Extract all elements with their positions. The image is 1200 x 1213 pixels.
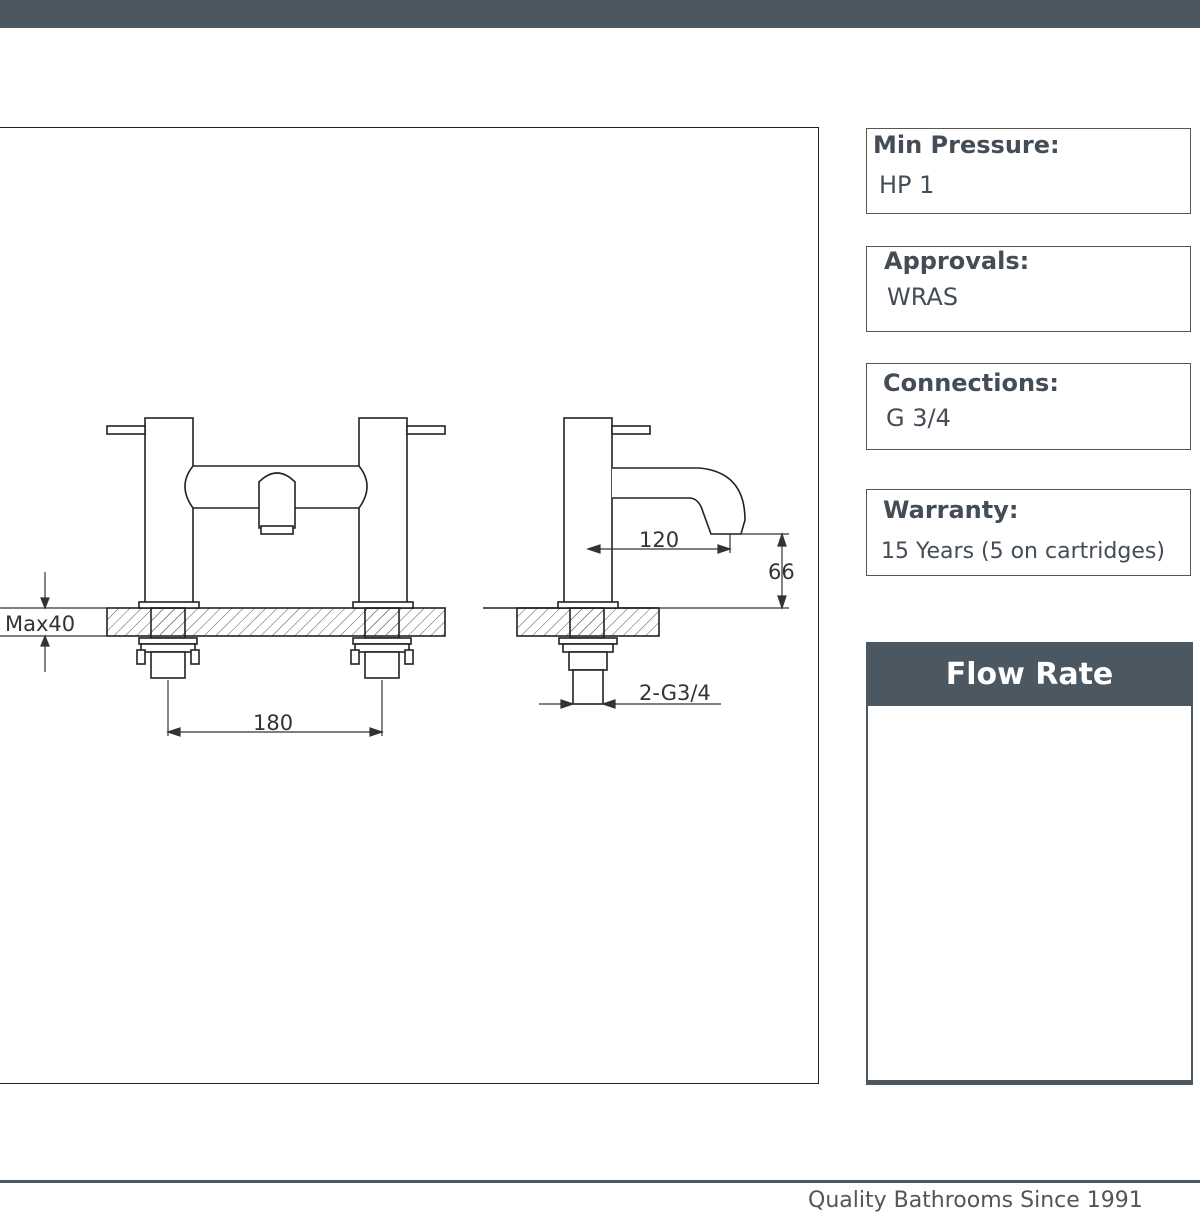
spec-connections: Connections: G 3/4 — [866, 363, 1191, 450]
spec-label: Approvals: — [884, 247, 1030, 275]
spec-warranty: Warranty: 15 Years (5 on cartridges) — [866, 489, 1191, 576]
spec-approvals: Approvals: WRAS — [866, 246, 1191, 332]
spec-value: 15 Years (5 on cartridges) — [881, 539, 1165, 564]
spec-label: Min Pressure: — [873, 131, 1060, 159]
tap-drawing: Max40 180 120 66 2-G3/4 — [0, 417, 795, 737]
footer-tagline: Quality Bathrooms Since 1991 — [808, 1188, 1143, 1213]
spec-label: Connections: — [883, 369, 1059, 397]
flow-rate-title: Flow Rate — [945, 657, 1114, 692]
top-bar — [0, 0, 1200, 28]
dim-connection: 2-G3/4 — [639, 681, 711, 705]
dim-spout-reach: 120 — [639, 528, 679, 552]
spec-min-pressure: Min Pressure: HP 1 — [866, 128, 1191, 214]
spec-value: G 3/4 — [886, 404, 951, 432]
technical-drawing: Max40 180 120 66 2-G3/4 — [0, 127, 819, 1084]
spec-value: HP 1 — [879, 171, 935, 199]
dim-spout-height: 66 — [768, 560, 795, 584]
dim-centres: 180 — [253, 711, 293, 735]
footer-divider — [0, 1180, 1200, 1183]
spec-label: Warranty: — [883, 496, 1019, 524]
flow-rate-panel: Flow Rate — [866, 642, 1193, 1085]
dim-max-deck: Max40 — [5, 612, 75, 636]
spec-value: WRAS — [887, 283, 959, 311]
